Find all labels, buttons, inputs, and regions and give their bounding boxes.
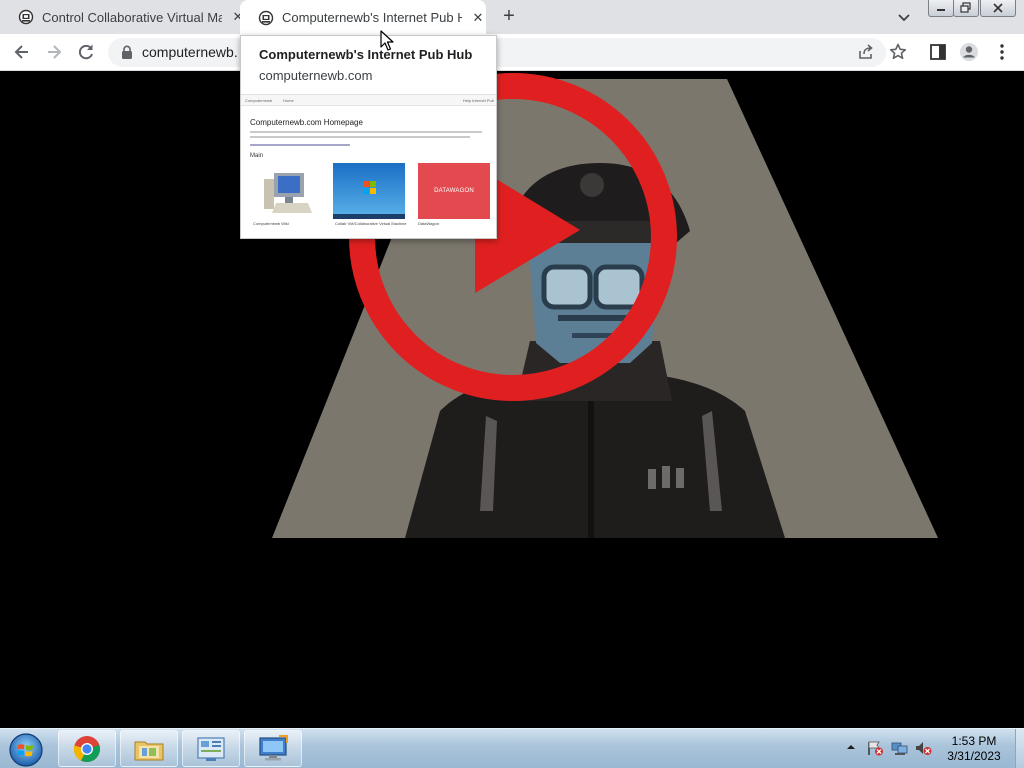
restore-icon xyxy=(960,2,971,13)
hovercard-domain: computernewb.com xyxy=(259,68,373,83)
window-restore-button[interactable] xyxy=(953,0,979,17)
page-content xyxy=(0,71,1024,728)
preview-section-title: Main xyxy=(250,153,264,159)
volume-muted-icon[interactable] xyxy=(914,740,932,756)
mouse-cursor-icon xyxy=(380,30,394,51)
folder-icon xyxy=(134,741,164,761)
back-arrow-icon[interactable] xyxy=(12,42,32,62)
preview-card-caption: DataWagon xyxy=(418,221,439,226)
preview-text-line xyxy=(250,131,482,133)
taskbar: 1:53 PM 3/31/2023 xyxy=(0,728,1024,768)
side-panel-icon[interactable] xyxy=(928,42,948,62)
taskbar-remote-desktop[interactable] xyxy=(244,730,302,767)
bookmark-star-icon[interactable] xyxy=(888,42,908,62)
url-text[interactable]: computernewb. xyxy=(142,44,238,60)
control-panel-icon xyxy=(197,737,225,761)
tray-expand-icon[interactable] xyxy=(845,741,857,753)
window-close-button[interactable] xyxy=(980,0,1016,17)
clock-time: 1:53 PM xyxy=(951,734,997,748)
hovercard-preview: Computernewb Home Help Internet Pub Comp… xyxy=(241,94,496,238)
lock-icon[interactable] xyxy=(120,45,134,60)
tab-hover-card: Computernewb's Internet Pub Hub computer… xyxy=(240,35,497,239)
reload-icon[interactable] xyxy=(76,42,96,62)
tab-title: Computernewb's Internet Pub Hu xyxy=(282,10,462,25)
tab-close-icon[interactable]: ✕ xyxy=(470,10,486,26)
preview-text-line xyxy=(250,136,470,138)
officer-goggles-right xyxy=(593,264,645,310)
tab-control-collaborative[interactable]: Control Collaborative Virtual Mac ✕ xyxy=(0,0,248,34)
preview-navbar: Computernewb Home Help Internet Pub xyxy=(241,95,496,106)
minimize-icon xyxy=(937,9,945,11)
taskbar-control-panel[interactable] xyxy=(182,730,240,767)
preview-nav-right: Help Internet Pub xyxy=(462,98,494,103)
clock-date: 3/31/2023 xyxy=(947,749,1001,763)
preview-card-caption: Collab VM/Collaborative Virtual Machine xyxy=(335,221,407,226)
taskbar-chrome[interactable] xyxy=(58,730,116,767)
tab-title: Control Collaborative Virtual Mac xyxy=(42,9,222,25)
show-desktop-button[interactable] xyxy=(1015,729,1024,768)
chrome-icon xyxy=(73,736,100,763)
browser-toolbar: computernewb. xyxy=(0,34,1024,71)
preview-datawagon-banner: DATAWAGON xyxy=(418,163,490,219)
window-minimize-button[interactable] xyxy=(928,0,954,17)
system-clock[interactable]: 1:53 PM 3/31/2023 xyxy=(934,734,1014,764)
computernewb-favicon-icon xyxy=(18,9,34,25)
preview-heading: Computernewb.com Homepage xyxy=(250,118,363,127)
computernewb-favicon-icon xyxy=(258,10,274,25)
share-icon[interactable] xyxy=(856,42,876,62)
forward-arrow-icon[interactable] xyxy=(44,42,64,62)
hovercard-title: Computernewb's Internet Pub Hub xyxy=(259,47,473,62)
preview-text-line xyxy=(250,144,350,146)
screen: Control Collaborative Virtual Mac ✕ Comp… xyxy=(0,0,1024,768)
close-icon xyxy=(993,3,1003,13)
video-thumbnail[interactable] xyxy=(0,71,1024,728)
preview-nav-brand: Computernewb xyxy=(245,98,273,103)
preview-windows7-thumbnail xyxy=(333,163,405,219)
action-center-flag-icon[interactable] xyxy=(866,740,884,756)
preview-computer-icon xyxy=(264,173,312,213)
tab-strip: Control Collaborative Virtual Mac ✕ Comp… xyxy=(0,0,1024,35)
preview-nav-home: Home xyxy=(283,98,294,103)
tab-search-chevron-icon[interactable] xyxy=(896,9,912,25)
remote-desktop-icon xyxy=(259,735,288,761)
address-bar[interactable]: computernewb. xyxy=(108,38,886,67)
officer-goggles-left xyxy=(541,264,593,310)
taskbar-file-explorer[interactable] xyxy=(120,730,178,767)
preview-card-caption: Computernewb Wiki xyxy=(253,221,289,226)
menu-kebab-icon[interactable] xyxy=(992,42,1012,62)
tab-computernewb-pub-hub[interactable]: Computernewb's Internet Pub Hu ✕ xyxy=(240,0,486,35)
profile-avatar-icon[interactable] xyxy=(959,42,979,62)
network-icon[interactable] xyxy=(891,740,909,756)
new-tab-button[interactable]: + xyxy=(498,6,520,28)
start-button[interactable] xyxy=(4,731,48,767)
